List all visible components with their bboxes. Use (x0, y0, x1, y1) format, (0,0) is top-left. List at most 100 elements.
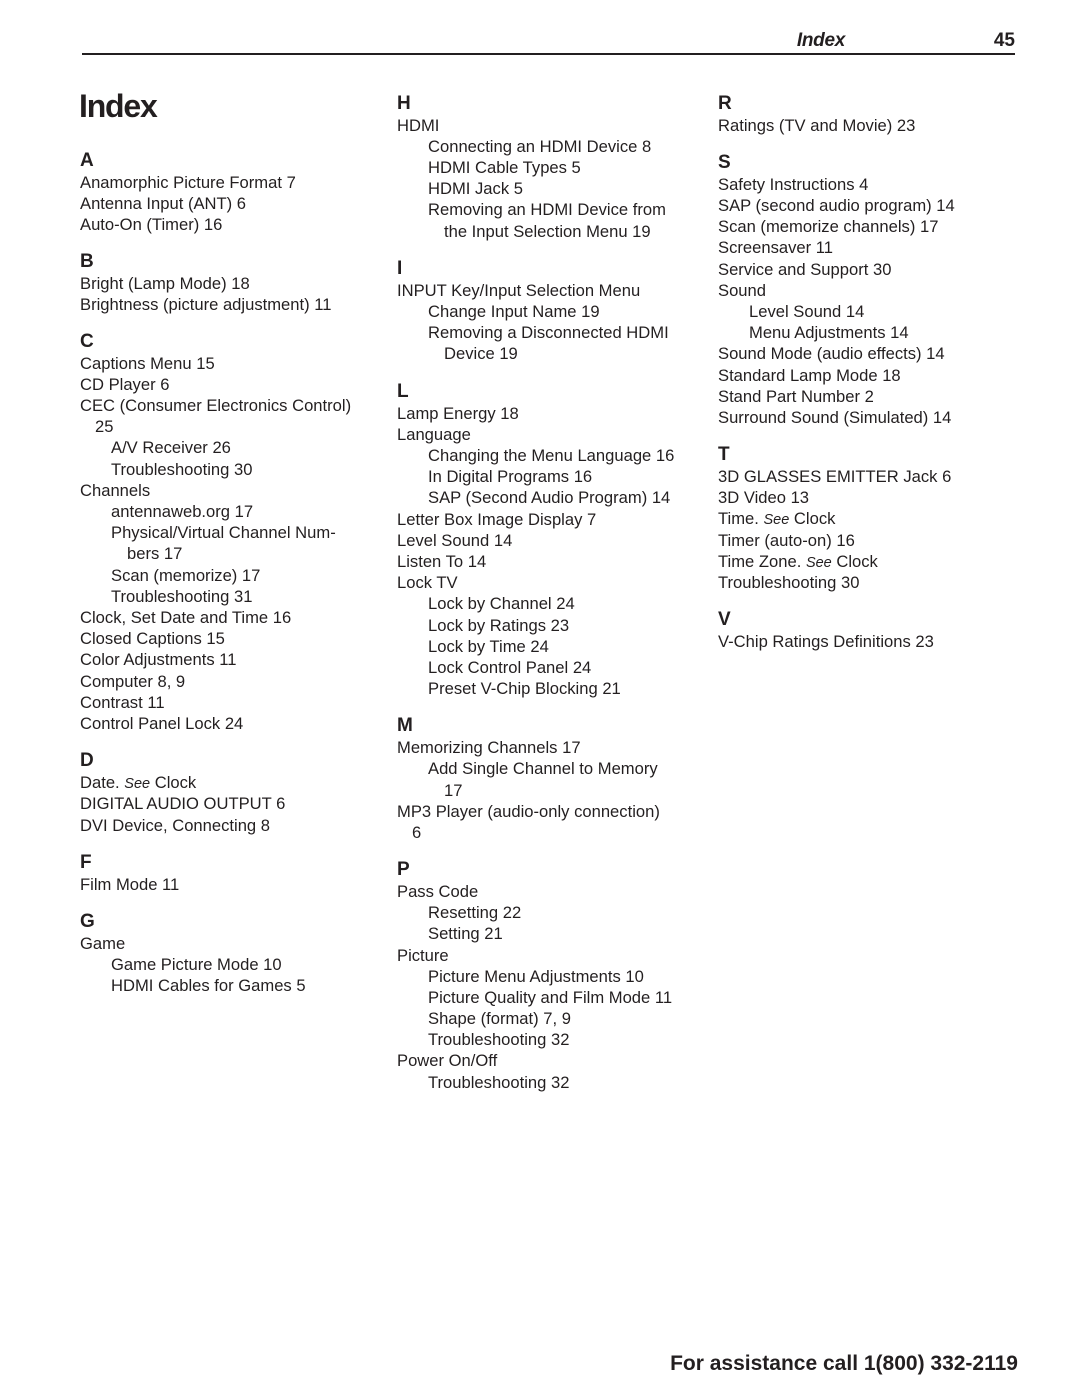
entry-text: Clock, Set Date and Time 16 (80, 608, 292, 627)
index-subentry: Removing a Disconnected HDMI (428, 322, 669, 343)
index-subentry: Add Single Channel to Memory (428, 758, 658, 779)
index-entry: MP3 Player (audio-only connection) (397, 801, 660, 822)
entry-text: HDMI (397, 116, 440, 135)
index-letter-heading: R (718, 93, 732, 114)
index-entry: Listen To 14 (397, 551, 486, 572)
entry-text: Time Zone. (718, 552, 802, 571)
index-entry: Anamorphic Picture Format 7 (80, 172, 296, 193)
index-entry: Stand Part Number 2 (718, 386, 874, 407)
entry-text: Standard Lamp Mode 18 (718, 366, 901, 385)
page-number: 45 (993, 30, 1015, 51)
index-subentry: Troubleshooting 30 (111, 459, 252, 480)
index-subentry: A/V Receiver 26 (111, 437, 231, 458)
entry-text: Color Adjustments 11 (80, 650, 237, 669)
entry-text: SAP (Second Audio Program) 14 (428, 488, 671, 507)
entry-text: Anamorphic Picture Format 7 (80, 173, 296, 192)
index-entry: Clock, Set Date and Time 16 (80, 607, 291, 628)
index-letter-heading: A (80, 150, 94, 171)
index-subentry: Physical/Virtual Channel Num- (111, 522, 336, 543)
entry-text: F (80, 852, 92, 873)
entry-text: Surround Sound (Simulated) 14 (718, 408, 952, 427)
entry-text: CEC (Consumer Electronics Control) (80, 396, 352, 415)
index-entry: CD Player 6 (80, 374, 169, 395)
index-letter-heading: H (397, 93, 411, 114)
entry-text: Closed Captions 15 (80, 629, 225, 648)
index-subentry: Preset V-Chip Blocking 21 (428, 678, 621, 699)
entry-text: 3D Video 13 (718, 488, 810, 507)
index-entry: Color Adjustments 11 (80, 649, 237, 670)
index-entry: Timer (auto-on) 16 (718, 530, 855, 551)
index-entry: Date. See Clock (80, 772, 196, 795)
entry-text: Memorizing Channels 17 (397, 738, 581, 757)
index-entry: HDMI (397, 115, 439, 136)
index-entry: Letter Box Image Display 7 (397, 509, 596, 530)
running-head: Index 45 (82, 30, 1015, 52)
index-entry: Antenna Input (ANT) 6 (80, 193, 246, 214)
entry-text: Change Input Name 19 (428, 302, 600, 321)
index-subentry: Scan (memorize) 17 (111, 565, 260, 586)
entry-text: Service and Support 30 (718, 260, 892, 279)
index-subentry: Troubleshooting 32 (428, 1029, 569, 1050)
entry-text: Removing an HDMI Device from (428, 200, 666, 219)
index-letter-heading: G (80, 911, 95, 932)
entry-text: Troubleshooting 31 (111, 587, 253, 606)
entry-text: Lock by Channel 24 (428, 594, 575, 613)
entry-text: Lock TV (397, 573, 458, 592)
index-letter-heading: T (718, 444, 730, 465)
entry-text: Time. (718, 509, 759, 528)
page-title: Index (79, 88, 158, 124)
entry-text: Shape (format) 7, 9 (428, 1009, 571, 1028)
index-subentry: Level Sound 14 (749, 301, 864, 322)
index-entry: Computer 8, 9 (80, 671, 185, 692)
entry-text: DVI Device, Connecting 8 (80, 816, 271, 835)
index-entry: Picture (397, 945, 449, 966)
entry-text: bers 17 (127, 544, 183, 563)
index-entry: Troubleshooting 30 (718, 572, 859, 593)
index-entry: DIGITAL AUDIO OUTPUT 6 (80, 793, 285, 814)
index-letter-heading: S (718, 152, 731, 173)
entry-text: MP3 Player (audio-only connection) (397, 802, 660, 821)
entry-text: Removing a Disconnected HDMI (428, 323, 669, 342)
index-letter-heading: D (80, 750, 94, 771)
index-entry: Time Zone. See Clock (718, 551, 878, 574)
entry-text: D (80, 750, 94, 771)
entry-text: Level Sound 14 (397, 531, 513, 550)
entry-text: Sound Mode (audio effects) 14 (718, 344, 945, 363)
index-subentry: Lock by Time 24 (428, 636, 549, 657)
entry-text: Computer 8, 9 (80, 672, 186, 691)
see-reference-target: Clock (150, 773, 197, 792)
index-entry: Power On/Off (397, 1050, 497, 1071)
entry-text: A/V Receiver 26 (111, 438, 231, 457)
index-entry: INPUT Key/Input Selection Menu (397, 280, 640, 301)
entry-text: Brightness (picture adjustment) 11 (80, 295, 332, 314)
entry-text: Contrast 11 (80, 693, 165, 712)
entry-text: Picture Quality and Film Mode 11 (428, 988, 673, 1007)
entry-text: Game Picture Mode 10 (111, 955, 282, 974)
index-entry: CEC (Consumer Electronics Control) (80, 395, 351, 416)
index-subentry: the Input Selection Menu 19 (444, 221, 651, 242)
entry-text: Scan (memorize channels) 17 (718, 217, 939, 236)
index-letter-heading: C (80, 331, 94, 352)
index-entry: Auto-On (Timer) 16 (80, 214, 222, 235)
entry-text: Sound (718, 281, 766, 300)
index-subentry: Shape (format) 7, 9 (428, 1008, 571, 1029)
index-subentry: HDMI Cable Types 5 (428, 157, 581, 178)
assistance-footer: For assistance call 1(800) 332-2119 (670, 1352, 1018, 1375)
entry-text: SAP (second audio program) 14 (718, 196, 955, 215)
index-subentry: antennaweb.org 17 (111, 501, 253, 522)
entry-text: C (80, 331, 94, 352)
index-subentry: In Digital Programs 16 (428, 466, 592, 487)
index-entry: Brightness (picture adjustment) 11 (80, 294, 331, 315)
entry-text: I (397, 258, 403, 279)
index-entry: Lock TV (397, 572, 458, 593)
index-entry: 3D GLASSES EMITTER Jack 6 (718, 466, 951, 487)
index-entry: Safety Instructions 4 (718, 174, 868, 195)
index-entry: Lamp Energy 18 (397, 403, 519, 424)
entry-text: Resetting 22 (428, 903, 522, 922)
index-entry: 25 (95, 416, 113, 437)
see-reference-target: Clock (789, 509, 836, 528)
entry-text: Game (80, 934, 126, 953)
entry-text: Troubleshooting 30 (718, 573, 860, 592)
entry-text: INPUT Key/Input Selection Menu (397, 281, 641, 300)
entry-text: T (718, 444, 730, 465)
